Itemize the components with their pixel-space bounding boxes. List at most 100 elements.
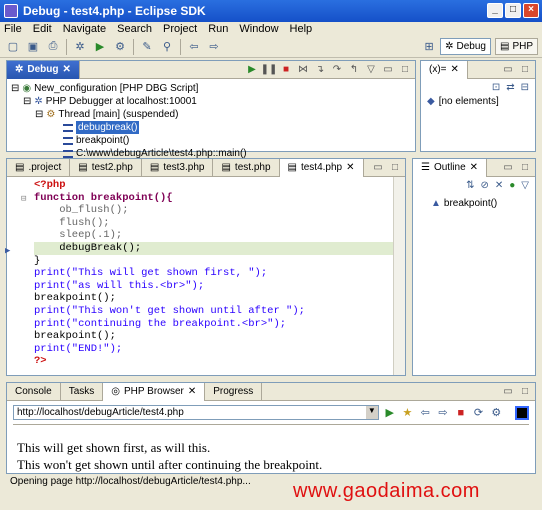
go-icon[interactable]: ▶: [383, 406, 397, 420]
menu-navigate[interactable]: Navigate: [63, 23, 106, 35]
stack-frame-icon: [63, 149, 73, 158]
url-input[interactable]: http://localhost/debugArticle/test4.php …: [13, 405, 379, 420]
menu-help[interactable]: Help: [290, 23, 313, 35]
maximize-view-icon[interactable]: □: [519, 385, 531, 397]
menu-window[interactable]: Window: [239, 23, 278, 35]
hide-static-icon[interactable]: ✕: [495, 180, 503, 191]
minimize-view-icon[interactable]: ▭: [502, 385, 514, 397]
tree-item[interactable]: breakpoint(): [11, 134, 411, 147]
perspective-debug[interactable]: ✲ Debug: [440, 38, 491, 55]
close-icon[interactable]: ✕: [188, 386, 196, 397]
tree-item[interactable]: debugbreak(): [11, 121, 411, 134]
collapse-icon[interactable]: ⊟: [35, 108, 43, 121]
open-perspective-icon[interactable]: ⊞: [422, 40, 436, 54]
tab-label: Console: [15, 386, 52, 397]
close-icon[interactable]: ✕: [346, 162, 354, 173]
maximize-view-icon[interactable]: □: [399, 63, 411, 75]
minimize-view-icon[interactable]: ▭: [372, 161, 384, 173]
perspective-php[interactable]: ▤ PHP: [494, 38, 538, 55]
maximize-view-icon[interactable]: □: [519, 63, 531, 75]
minimize-view-icon[interactable]: ▭: [502, 161, 514, 173]
close-icon[interactable]: ✕: [63, 64, 71, 75]
tab-progress[interactable]: Progress: [205, 382, 263, 401]
menu-run[interactable]: Run: [208, 23, 228, 35]
tab-test3[interactable]: ▤ test3.php: [142, 158, 214, 177]
menu-edit[interactable]: Edit: [33, 23, 52, 35]
hide-fields-icon[interactable]: ⊘: [480, 180, 488, 191]
tab-label: test.php: [234, 162, 271, 173]
collapse-icon[interactable]: ⊟: [23, 95, 31, 108]
step-over-icon[interactable]: ↷: [331, 63, 343, 75]
status-text: Opening page http://localhost/debugArtic…: [10, 475, 251, 487]
close-icon[interactable]: ✕: [470, 162, 478, 173]
back-icon[interactable]: ⇦: [418, 406, 432, 420]
forward-icon[interactable]: ⇨: [207, 40, 221, 54]
tab-outline-label: Outline: [433, 162, 466, 173]
collapse-all-icon[interactable]: ⊟: [521, 82, 529, 93]
instruction-pointer-icon: ▶: [5, 246, 11, 256]
maximize-button[interactable]: □: [505, 3, 521, 18]
fold-icon[interactable]: ⊟: [21, 193, 26, 206]
tree-item[interactable]: ⊟ ✲ PHP Debugger at localhost:10001: [11, 95, 411, 108]
editor-scrollbar[interactable]: [393, 177, 405, 375]
maximize-view-icon[interactable]: □: [389, 161, 401, 173]
search-icon[interactable]: ⚲: [160, 40, 174, 54]
tab-test[interactable]: ▤ test.php: [213, 158, 280, 177]
tree-item[interactable]: ⊟ ◉ New_configuration [PHP DBG Script]: [11, 82, 411, 95]
menu-project[interactable]: Project: [163, 23, 197, 35]
code-line-current: debugBreak();: [34, 241, 405, 255]
chevron-down-icon[interactable]: ▼: [365, 406, 378, 419]
terminate-icon[interactable]: ■: [280, 63, 292, 75]
tab-test2[interactable]: ▤ test2.php: [70, 158, 142, 177]
tab-php-browser[interactable]: ◎ PHP Browser ✕: [103, 382, 206, 401]
refresh-icon[interactable]: ⟳: [472, 406, 486, 420]
tab-tasks[interactable]: Tasks: [61, 382, 104, 401]
menu-file[interactable]: File: [4, 23, 22, 35]
open-type-icon[interactable]: ✎: [140, 40, 154, 54]
debug-tree: ⊟ ◉ New_configuration [PHP DBG Script] ⊟…: [7, 79, 415, 163]
collapse-icon[interactable]: ⊟: [11, 82, 19, 95]
minimize-button[interactable]: _: [487, 3, 503, 18]
tab-outline[interactable]: ☰ Outline ✕: [413, 158, 488, 177]
minimize-view-icon[interactable]: ▭: [382, 63, 394, 75]
new-icon[interactable]: ▢: [6, 40, 20, 54]
tab-project[interactable]: ▤ .project: [7, 158, 71, 177]
show-logical-icon[interactable]: ⇄: [506, 82, 514, 93]
show-types-icon[interactable]: ⊡: [492, 82, 500, 93]
code-editor[interactable]: ▶ ⊟ <?php function breakpoint(){ ob_flus…: [5, 177, 405, 368]
run-icon[interactable]: ▶: [93, 40, 107, 54]
tree-item-label: debugbreak(): [76, 121, 140, 134]
sort-icon[interactable]: ⇅: [466, 180, 474, 191]
tab-console[interactable]: Console: [7, 382, 61, 401]
suspend-icon[interactable]: ❚❚: [261, 63, 278, 75]
view-menu-icon[interactable]: ▽: [365, 63, 377, 75]
view-menu-icon[interactable]: ▽: [521, 180, 529, 191]
close-button[interactable]: ×: [523, 3, 539, 18]
print-icon[interactable]: ⎙: [46, 40, 60, 54]
watermark-text: www.gaodaima.com: [293, 480, 480, 502]
step-into-icon[interactable]: ↴: [314, 63, 326, 75]
expand-icon[interactable]: ◆: [427, 96, 435, 107]
step-return-icon[interactable]: ↰: [348, 63, 360, 75]
forward-icon[interactable]: ⇨: [436, 406, 450, 420]
external-tools-icon[interactable]: ⚙: [113, 40, 127, 54]
options-icon[interactable]: ⚙: [489, 406, 503, 420]
menu-search[interactable]: Search: [117, 23, 152, 35]
tree-item[interactable]: ⊟ ⚙ Thread [main] (suspended): [11, 108, 411, 121]
back-icon[interactable]: ⇦: [187, 40, 201, 54]
maximize-view-icon[interactable]: □: [519, 161, 531, 173]
save-icon[interactable]: ▣: [26, 40, 40, 54]
debug-run-icon[interactable]: ✲: [73, 40, 87, 54]
close-icon[interactable]: ✕: [451, 64, 459, 75]
resume-icon[interactable]: ▶: [246, 63, 258, 75]
stop-icon[interactable]: ■: [454, 406, 468, 420]
code-line: print("continuing the breakpoint.<br>");: [34, 317, 287, 330]
hide-nonpublic-icon[interactable]: ●: [509, 180, 515, 191]
minimize-view-icon[interactable]: ▭: [502, 63, 514, 75]
tab-test4[interactable]: ▤ test4.php ✕: [279, 158, 364, 177]
favorites-icon[interactable]: ★: [401, 406, 415, 420]
tab-variables[interactable]: (x)= ✕: [421, 60, 468, 79]
outline-item[interactable]: ▲ breakpoint(): [431, 197, 531, 210]
disconnect-icon[interactable]: ⋈: [297, 63, 309, 75]
tab-debug[interactable]: ✲ Debug ✕: [7, 60, 80, 79]
